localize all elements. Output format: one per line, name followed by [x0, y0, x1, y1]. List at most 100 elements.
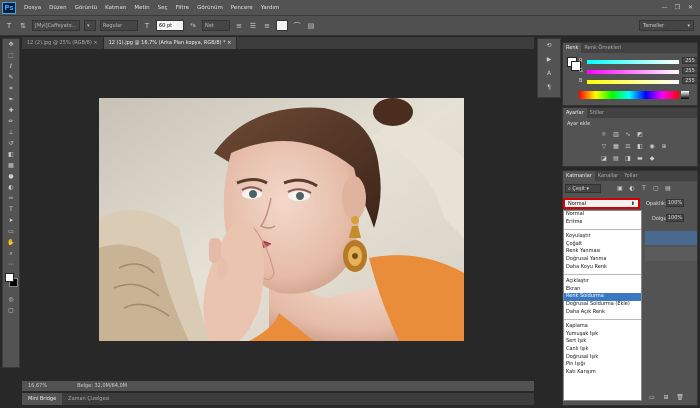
- zoom-tool-icon[interactable]: ⌕: [3, 248, 19, 259]
- blend-mode-option[interactable]: Sert Işık: [564, 338, 641, 346]
- color-balance-icon[interactable]: ⚖: [623, 142, 633, 151]
- selective-color-icon[interactable]: ◆: [647, 154, 657, 163]
- blend-mode-option[interactable]: Koyulaştır: [564, 233, 641, 241]
- photo-filter-icon[interactable]: ◉: [647, 142, 657, 151]
- healing-brush-icon[interactable]: ✚: [3, 105, 19, 116]
- align-right-icon[interactable]: ≡: [262, 21, 272, 31]
- menu-select[interactable]: Seç: [154, 5, 172, 11]
- hue-sat-icon[interactable]: ▦: [611, 142, 621, 151]
- font-family-dropdown[interactable]: ▾: [84, 20, 96, 31]
- doc-tab-1[interactable]: 12 (2).jpg @ 25% (RGB/8) ×: [22, 37, 104, 49]
- restore-button[interactable]: ❐: [672, 3, 683, 12]
- crop-tool-icon[interactable]: ⌗: [3, 83, 19, 94]
- text-orientation-icon[interactable]: ⇅: [18, 21, 28, 31]
- lasso-tool-icon[interactable]: ℓ: [3, 61, 19, 72]
- filter-shape-icon[interactable]: ▢: [651, 184, 661, 193]
- filter-type-icon[interactable]: T: [639, 184, 649, 193]
- gradient-map-icon[interactable]: ▬: [635, 154, 645, 163]
- tab-color[interactable]: Renk: [563, 43, 582, 53]
- new-group-icon[interactable]: ▭: [647, 393, 657, 402]
- grayscale-ramp[interactable]: [681, 91, 689, 99]
- workspace-select[interactable]: Temeller ▾: [639, 20, 694, 31]
- layer-row[interactable]: [645, 247, 697, 261]
- blend-mode-option[interactable]: Eritme: [564, 219, 641, 227]
- trash-icon[interactable]: 🗑: [675, 393, 685, 402]
- type-tool-icon[interactable]: T: [4, 21, 14, 31]
- tab-adjustments[interactable]: Ayarlar: [563, 108, 587, 118]
- move-tool-icon[interactable]: ✥: [3, 39, 19, 50]
- history-icon[interactable]: ⟲: [538, 39, 560, 53]
- exposure-icon[interactable]: ◩: [635, 130, 645, 139]
- gradient-tool-icon[interactable]: ▦: [3, 160, 19, 171]
- blend-mode-option[interactable]: Katı Karışım: [564, 369, 641, 377]
- blend-mode-option[interactable]: Kaplama: [564, 323, 641, 331]
- path-select-icon[interactable]: ➤: [3, 215, 19, 226]
- new-layer-icon[interactable]: ⊞: [661, 393, 671, 402]
- eyedropper-tool-icon[interactable]: ✒: [3, 94, 19, 105]
- text-color-swatch[interactable]: [276, 20, 288, 31]
- fill-field[interactable]: 100%: [666, 214, 684, 222]
- warp-text-icon[interactable]: ⌒: [292, 21, 302, 31]
- blur-tool-icon[interactable]: ●: [3, 171, 19, 182]
- levels-icon[interactable]: ▥: [611, 130, 621, 139]
- character-icon[interactable]: A: [538, 67, 560, 81]
- threshold-icon[interactable]: ◨: [623, 154, 633, 163]
- color-spectrum[interactable]: [579, 91, 679, 99]
- blend-mode-option[interactable]: Çoğalt: [564, 241, 641, 249]
- blend-mode-option[interactable]: Renk Yanması: [564, 248, 641, 256]
- quick-select-tool-icon[interactable]: ✎: [3, 72, 19, 83]
- close-icon[interactable]: ×: [93, 40, 97, 46]
- blend-mode-option[interactable]: Yumuşak Işık: [564, 331, 641, 339]
- tab-paths[interactable]: Yollar: [621, 171, 640, 181]
- blend-mode-option[interactable]: Canlı Işık: [564, 346, 641, 354]
- tab-mini-bridge[interactable]: Mini Bridge: [22, 393, 63, 405]
- slider-g[interactable]: G 255: [579, 67, 700, 75]
- opacity-field[interactable]: 100%: [666, 199, 684, 207]
- menu-type[interactable]: Metin: [130, 5, 153, 11]
- screen-mode-icon[interactable]: ▢: [3, 305, 19, 316]
- blend-mode-option[interactable]: Daha Açık Renk: [564, 309, 641, 317]
- tab-styles[interactable]: Stiller: [587, 108, 607, 118]
- tab-layers[interactable]: Katmanlar: [563, 171, 595, 181]
- minimize-button[interactable]: —: [659, 3, 670, 12]
- slider-b[interactable]: B 255: [579, 77, 700, 85]
- tab-timeline[interactable]: Zaman Çizelgesi: [62, 393, 115, 405]
- layer-kind-filter[interactable]: ⌕ Çeşit ▾: [565, 184, 601, 193]
- eraser-tool-icon[interactable]: ◧: [3, 149, 19, 160]
- blend-mode-option[interactable]: Doğrusal Yanma: [564, 256, 641, 264]
- filter-smart-icon[interactable]: ▤: [663, 184, 673, 193]
- dodge-tool-icon[interactable]: ◐: [3, 182, 19, 193]
- font-size-field[interactable]: 60 pt: [156, 20, 184, 31]
- blend-mode-option[interactable]: Açıklaştır: [564, 278, 641, 286]
- quick-mask-icon[interactable]: ◎: [3, 294, 19, 305]
- actions-icon[interactable]: ▶: [538, 53, 560, 67]
- tab-swatches[interactable]: Renk Örnekleri: [581, 43, 624, 53]
- pen-tool-icon[interactable]: ✑: [3, 193, 19, 204]
- close-button[interactable]: ✕: [685, 3, 696, 12]
- bw-icon[interactable]: ◧: [635, 142, 645, 151]
- character-panel-icon[interactable]: ▤: [306, 21, 316, 31]
- blend-mode-option[interactable]: Renk Soldurma: [564, 293, 641, 301]
- slider-r[interactable]: R 255: [579, 57, 700, 65]
- menu-view[interactable]: Görünüm: [193, 5, 227, 11]
- menu-file[interactable]: Dosya: [20, 5, 45, 11]
- font-family-select[interactable]: [Myl]Caffeyato...: [32, 20, 80, 31]
- tab-channels[interactable]: Kanallar: [595, 171, 621, 181]
- hand-tool-icon[interactable]: ✋: [3, 237, 19, 248]
- menu-edit[interactable]: Düzen: [45, 5, 70, 11]
- paragraph-icon[interactable]: ¶: [538, 81, 560, 95]
- invert-icon[interactable]: ◪: [599, 154, 609, 163]
- blend-mode-option[interactable]: Pin Işığı: [564, 361, 641, 369]
- menu-window[interactable]: Pencere: [227, 5, 257, 11]
- channel-mixer-icon[interactable]: ⊕: [659, 142, 669, 151]
- history-brush-icon[interactable]: ↺: [3, 138, 19, 149]
- blend-mode-option[interactable]: Ekran: [564, 286, 641, 294]
- foreground-color-swatch[interactable]: [5, 273, 14, 282]
- blend-mode-option[interactable]: Doğrusal Soldurma (Ekle): [564, 301, 641, 309]
- layer-row[interactable]: [645, 231, 697, 245]
- document-image[interactable]: [99, 98, 464, 341]
- close-icon[interactable]: ×: [227, 40, 231, 46]
- antialias-select[interactable]: Net: [202, 20, 230, 31]
- marquee-tool-icon[interactable]: ⬚: [3, 50, 19, 61]
- brush-tool-icon[interactable]: ✏: [3, 116, 19, 127]
